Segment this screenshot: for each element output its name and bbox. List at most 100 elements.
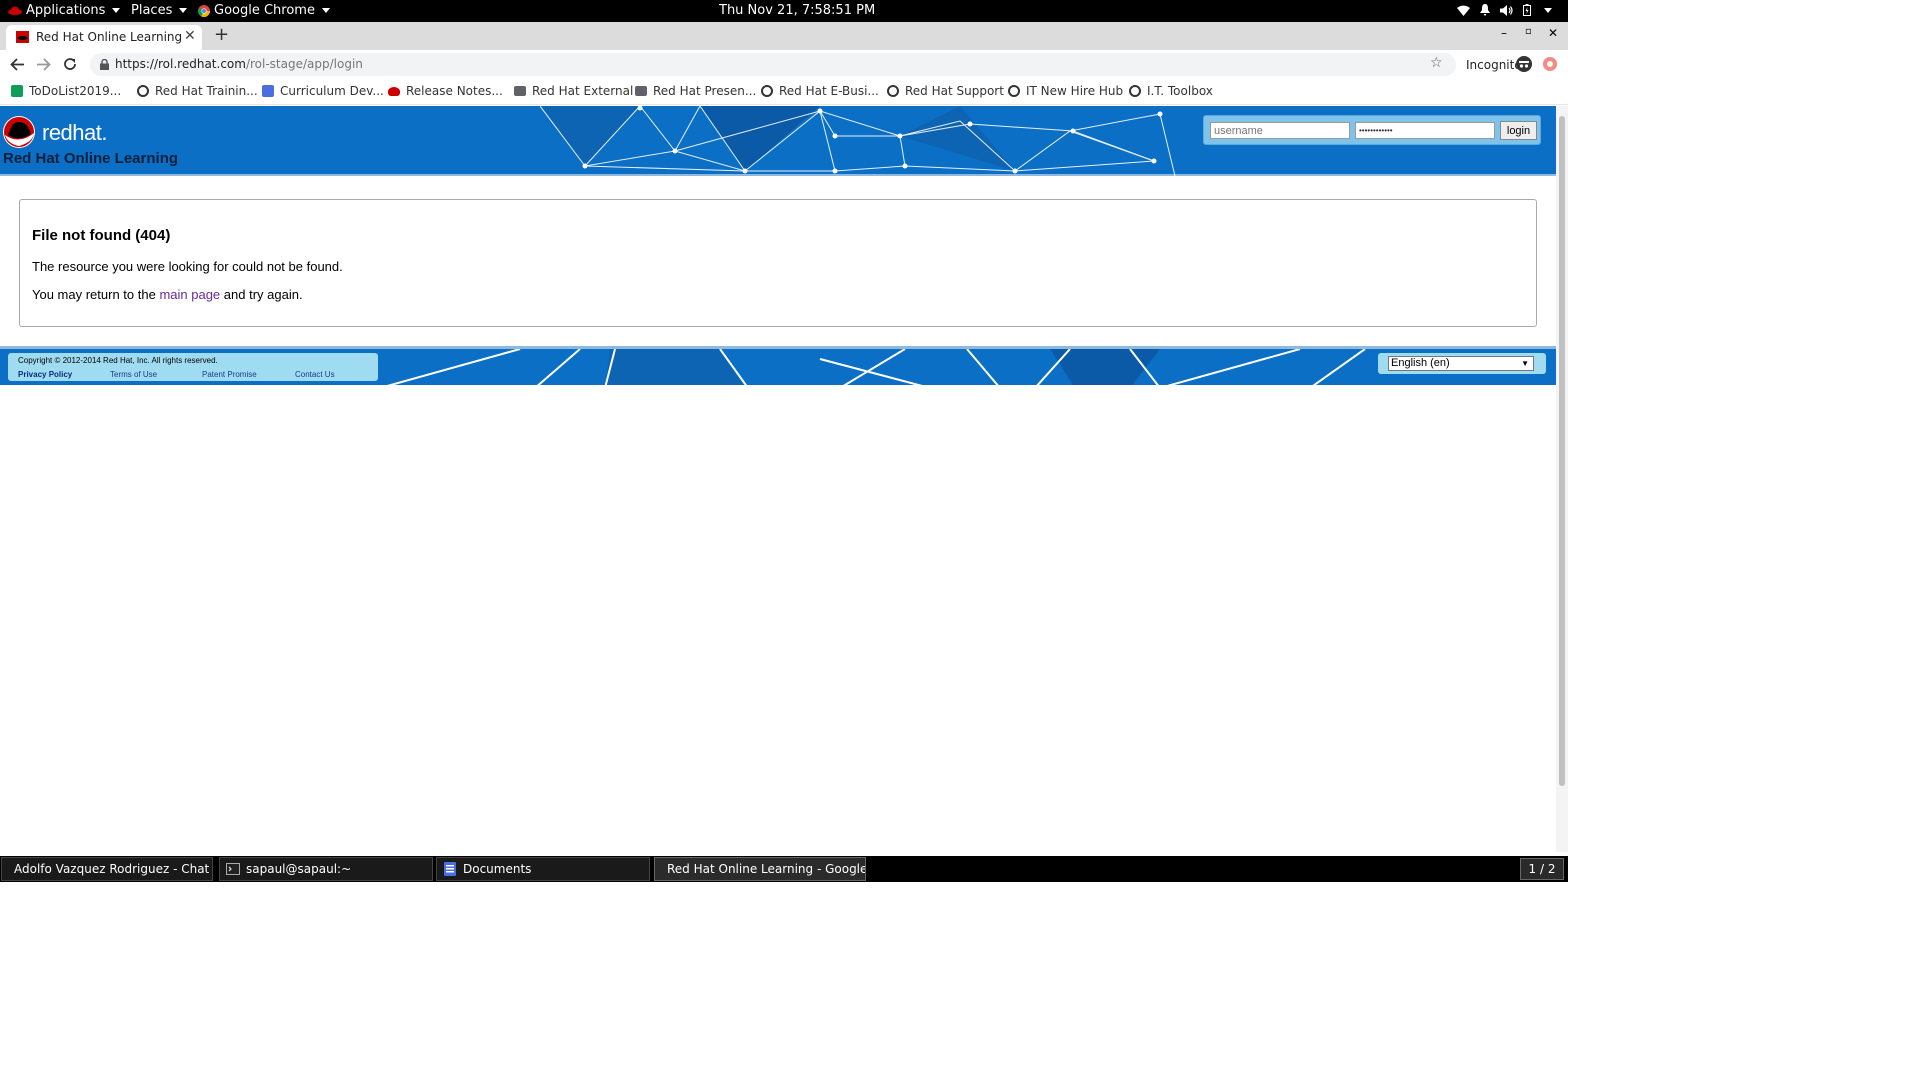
bookmarks-bar: ToDoList2019... Red Hat Trainin... Curricu…	[0, 79, 1568, 105]
volume-icon	[1500, 4, 1513, 16]
folder-icon	[514, 86, 526, 96]
chevron-down-icon	[1544, 7, 1552, 13]
close-window-button[interactable]: ✕	[1548, 26, 1558, 40]
return-prefix: You may return to the	[32, 287, 156, 302]
minimize-window-button[interactable]: –	[1501, 26, 1507, 40]
taskbar-item-label: sapaul@sapaul:~	[246, 862, 352, 876]
workspace-indicator[interactable]: 1 / 2	[1520, 858, 1564, 880]
footer-info-box: Copyright © 2012-2014 Red Hat, Inc. All …	[8, 353, 378, 381]
battery-icon	[1523, 4, 1531, 16]
site-footer: Copyright © 2012-2014 Red Hat, Inc. All …	[0, 346, 1556, 385]
bookmark-label: Red Hat Trainin...	[155, 84, 258, 98]
redhat-icon	[8, 6, 22, 15]
clock[interactable]: Thu Nov 21, 7:58:51 PM	[719, 3, 875, 18]
error-heading: File not found (404)	[32, 227, 171, 244]
lock-icon	[100, 59, 109, 70]
clock-label: Thu Nov 21, 7:58:51 PM	[719, 3, 876, 18]
active-app-label: Google Chrome	[214, 3, 315, 18]
new-tab-button[interactable]: +	[214, 24, 229, 45]
scrollbar-thumb[interactable]	[1559, 116, 1565, 786]
system-top-bar: Applications Places Google Chrome Thu No…	[0, 0, 1568, 22]
taskbar-item-documents[interactable]: Documents	[436, 857, 650, 881]
redhat-wordmark[interactable]: redhat.	[42, 120, 108, 146]
globe-icon	[1008, 85, 1020, 97]
bookmark-item[interactable]: Red Hat Presen...	[635, 84, 756, 98]
globe-icon	[1129, 85, 1141, 97]
address-bar[interactable]: https://rol.redhat.com/rol-stage/app/log…	[90, 53, 1456, 76]
url-path: /rol-stage/app/login	[245, 57, 363, 71]
folder-icon	[635, 86, 647, 96]
incognito-icon[interactable]	[1516, 56, 1532, 72]
return-message: You may return to the main page and try …	[32, 287, 303, 302]
bookmark-label: Release Notes...	[406, 84, 503, 98]
sheets-icon	[11, 85, 23, 97]
places-menu[interactable]: Places	[131, 3, 188, 18]
maximize-window-button[interactable]: ▫	[1525, 26, 1532, 37]
close-tab-icon[interactable]: ✕	[184, 28, 196, 44]
bookmark-label: ToDoList2019...	[29, 84, 122, 98]
bookmark-label: Curriculum Dev...	[280, 84, 384, 98]
url-host: https://rol.redhat.com	[115, 57, 246, 71]
applications-menu[interactable]: Applications	[8, 3, 121, 18]
language-selector-box: English (en) ▼	[1378, 353, 1546, 374]
redhat-logo-icon[interactable]	[2, 115, 38, 149]
language-select[interactable]: English (en) ▼	[1388, 356, 1534, 371]
web-page: redhat. Red Hat Online Learning username…	[0, 106, 1556, 852]
error-panel: File not found (404) The resource you we…	[19, 199, 1537, 327]
bookmark-label: Red Hat Presen...	[653, 84, 757, 98]
chrome-icon	[198, 4, 210, 17]
terminal-icon	[226, 863, 240, 875]
login-form: login	[1203, 115, 1541, 145]
patent-promise-link[interactable]: Patent Promise	[202, 370, 257, 379]
privacy-policy-link[interactable]: Privacy Policy	[18, 370, 72, 379]
bookmark-item[interactable]: IT New Hire Hub	[1008, 84, 1123, 98]
forward-arrow-icon[interactable]	[37, 58, 51, 71]
bookmark-item[interactable]: Red Hat Support	[887, 84, 1004, 98]
redhat-favicon-icon	[16, 31, 29, 43]
bookmark-item[interactable]: ToDoList2019...	[11, 84, 121, 98]
return-suffix: and try again.	[223, 287, 303, 302]
redhat-icon	[388, 86, 400, 96]
network-pattern-graphic	[540, 106, 1176, 176]
chevron-down-icon	[179, 8, 188, 13]
bookmark-item[interactable]: Curriculum Dev...	[262, 84, 384, 98]
taskbar-item-label: Red Hat Online Learning - Google ...	[667, 862, 866, 876]
bookmark-star-icon[interactable]: ☆	[1430, 55, 1443, 71]
bookmark-item[interactable]: Release Notes...	[388, 84, 503, 98]
active-app-menu[interactable]: Google Chrome	[198, 3, 330, 18]
back-arrow-icon[interactable]	[10, 58, 24, 71]
bookmark-item[interactable]: I.T. Toolbox	[1129, 84, 1213, 98]
bookmark-item[interactable]: Red Hat E-Busi...	[761, 84, 879, 98]
password-input[interactable]	[1355, 122, 1495, 139]
bookmark-item[interactable]: Red Hat Trainin...	[137, 84, 258, 98]
bookmark-label: Red Hat Support	[905, 84, 1004, 98]
taskbar-item-chrome[interactable]: Red Hat Online Learning - Google ...	[654, 857, 866, 881]
extension-icon[interactable]	[1542, 56, 1558, 72]
taskbar-item-chat[interactable]: Adolfo Vazquez Rodriguez - Chat ...	[1, 857, 213, 881]
taskbar-item-label: Documents	[463, 862, 532, 876]
page-scrollbar[interactable]	[1556, 106, 1568, 852]
dropdown-arrow-icon: ▼	[1521, 359, 1529, 368]
login-button[interactable]: login	[1500, 121, 1537, 140]
system-status-area[interactable]	[1457, 4, 1552, 16]
chevron-down-icon	[112, 8, 121, 13]
site-title: Red Hat Online Learning	[3, 150, 179, 167]
bookmark-label: Red Hat External	[532, 84, 634, 98]
globe-icon	[761, 85, 773, 97]
taskbar-item-label: Adolfo Vazquez Rodriguez - Chat ...	[14, 862, 213, 876]
terms-of-use-link[interactable]: Terms of Use	[110, 370, 157, 379]
bookmark-item[interactable]: Red Hat External	[514, 84, 633, 98]
main-page-link[interactable]: main page	[159, 287, 220, 302]
reload-icon[interactable]	[63, 57, 77, 71]
error-message: The resource you were looking for could …	[32, 259, 343, 274]
site-header: redhat. Red Hat Online Learning username…	[0, 106, 1556, 176]
chevron-down-icon	[321, 8, 330, 13]
browser-tab[interactable]: Red Hat Online Learning ✕	[6, 25, 202, 50]
contact-us-link[interactable]: Contact Us	[295, 370, 335, 379]
taskbar-item-terminal[interactable]: sapaul@sapaul:~	[219, 857, 433, 881]
browser-tab-strip: Red Hat Online Learning ✕ + – ▫ ✕	[0, 22, 1568, 50]
docs-icon	[262, 85, 274, 97]
bookmark-label: IT New Hire Hub	[1026, 84, 1124, 98]
username-input[interactable]	[1210, 122, 1350, 139]
bookmark-label: Red Hat E-Busi...	[779, 84, 879, 98]
